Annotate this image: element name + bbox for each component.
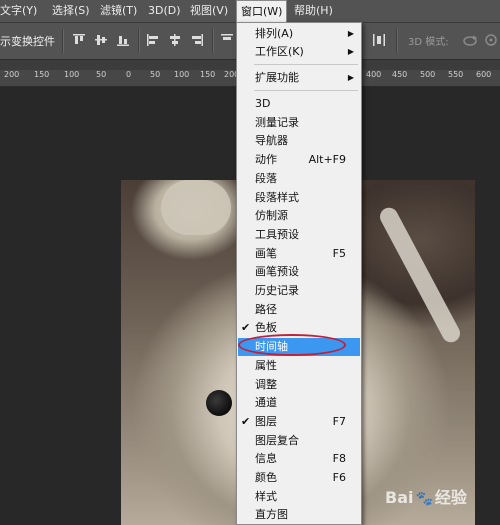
menu-item-layer-comps[interactable]: 图层复合 [238,432,360,450]
menu-filter[interactable]: 滤镜(T) [100,0,137,22]
3d-orbit-icon[interactable] [462,33,478,47]
shortcut: F5 [332,246,346,260]
menu-item-clone-source[interactable]: 仿制源 [238,207,360,225]
distribute-horizontal-icon[interactable] [372,33,386,47]
ruler-tick: 50 [96,70,107,79]
ruler-tick: 450 [392,70,408,79]
menu-text[interactable]: 文字(Y) [0,0,37,22]
annotation-oval [238,334,346,356]
menu-item-paths[interactable]: 路径 [238,301,360,319]
align-horizontal-center-icon[interactable] [168,33,182,47]
shortcut: F6 [332,471,346,484]
menu-item-adjustments[interactable]: 调整 [238,376,360,394]
menu-item-history[interactable]: 历史记录 [238,282,360,300]
ruler-tick: 100 [174,70,190,79]
menu-item-arrange[interactable]: 排列(A) ▶ [238,25,360,43]
submenu-arrow-icon: ▶ [347,73,354,82]
menu-item-histogram[interactable]: 直方图 [238,506,360,524]
watermark-text-a: Bai [385,488,414,507]
menu-item-info[interactable]: 信息 F8 [238,450,360,468]
menu-separator [254,90,358,91]
checkmark-icon: ✔ [241,414,251,428]
3d-roll-icon[interactable] [484,33,498,47]
toy [161,180,231,235]
menu-item-color[interactable]: 颜色 F6 [238,469,360,487]
menu-item-brush[interactable]: 画笔 F5 [238,245,360,263]
menu-select[interactable]: 选择(S) [52,0,90,22]
menu-item-measurement-log[interactable]: 测量记录 [238,114,360,132]
separator [62,29,64,53]
menu-item-paragraph-styles[interactable]: 段落样式 [238,189,360,207]
separator [138,29,140,53]
menu-item-properties[interactable]: 属性 [238,357,360,375]
ruler-tick: 200 [4,70,20,79]
shortcut: F7 [332,414,346,428]
menu-item-navigator[interactable]: 导航器 [238,132,360,150]
menu-3d[interactable]: 3D(D) [148,0,181,22]
shortcut: F8 [332,452,346,466]
menu-item-styles[interactable]: 样式 [238,488,360,506]
ruler-tick: 400 [366,70,382,79]
menu-view[interactable]: 视图(V) [190,0,228,22]
ruler-tick: 50 [150,70,161,79]
align-vertical-center-icon[interactable] [94,33,108,47]
3d-mode-label: 3D 模式: [408,37,449,48]
menu-bar: 文字(Y) 选择(S) 滤镜(T) 3D(D) 视图(V) 窗口(W) 帮助(H… [0,0,500,23]
distribute-top-icon[interactable] [220,33,234,47]
ruler-tick: 100 [64,70,80,79]
menu-item-extensions[interactable]: 扩展功能 ▶ [238,69,360,87]
watermark-text-b: 经验 [434,488,467,507]
align-bottom-icon[interactable] [116,33,130,47]
menu-item-actions[interactable]: 动作 Alt+F9 [238,151,360,169]
menu-item-workspace[interactable]: 工作区(K) ▶ [238,43,360,61]
align-right-icon[interactable] [190,33,204,47]
ruler-tick: 600 [476,70,492,79]
stick [376,204,464,346]
menu-item-brush-presets[interactable]: 画笔预设 [238,263,360,281]
paw-icon: 🐾 [415,491,433,507]
separator [212,29,214,53]
align-left-icon[interactable] [146,33,160,47]
submenu-arrow-icon: ▶ [347,29,354,38]
dog-eye [206,390,232,416]
menu-help[interactable]: 帮助(H) [294,0,333,22]
show-transform-controls-label[interactable]: 示变换控件 [0,33,55,49]
submenu-arrow-icon: ▶ [347,47,354,56]
menu-item-3d[interactable]: 3D [238,95,360,113]
baidu-jingyan-watermark: Bai 🐾 经验 [385,484,467,508]
ruler-tick: 0 [126,70,132,79]
ruler-tick: 150 [200,70,216,79]
ruler-tick: 550 [448,70,464,79]
menu-item-paragraph[interactable]: 段落 [238,170,360,188]
checkmark-icon: ✔ [241,321,251,335]
shortcut: Alt+F9 [308,153,346,167]
ruler-tick: 500 [420,70,436,79]
align-top-icon[interactable] [72,33,86,47]
ruler-tick: 150 [34,70,50,79]
menu-window[interactable]: 窗口(W) [236,0,288,22]
menu-item-tool-presets[interactable]: 工具预设 [238,226,360,244]
separator [396,29,398,53]
menu-separator [254,64,358,65]
window-menu-dropdown: 排列(A) ▶ 工作区(K) ▶ 扩展功能 ▶ 3D 测量记录 导航器 动作 Alt+F… [236,22,362,525]
menu-item-layers[interactable]: ✔ 图层 F7 [238,413,360,431]
menu-item-channels[interactable]: 通道 [238,394,360,412]
